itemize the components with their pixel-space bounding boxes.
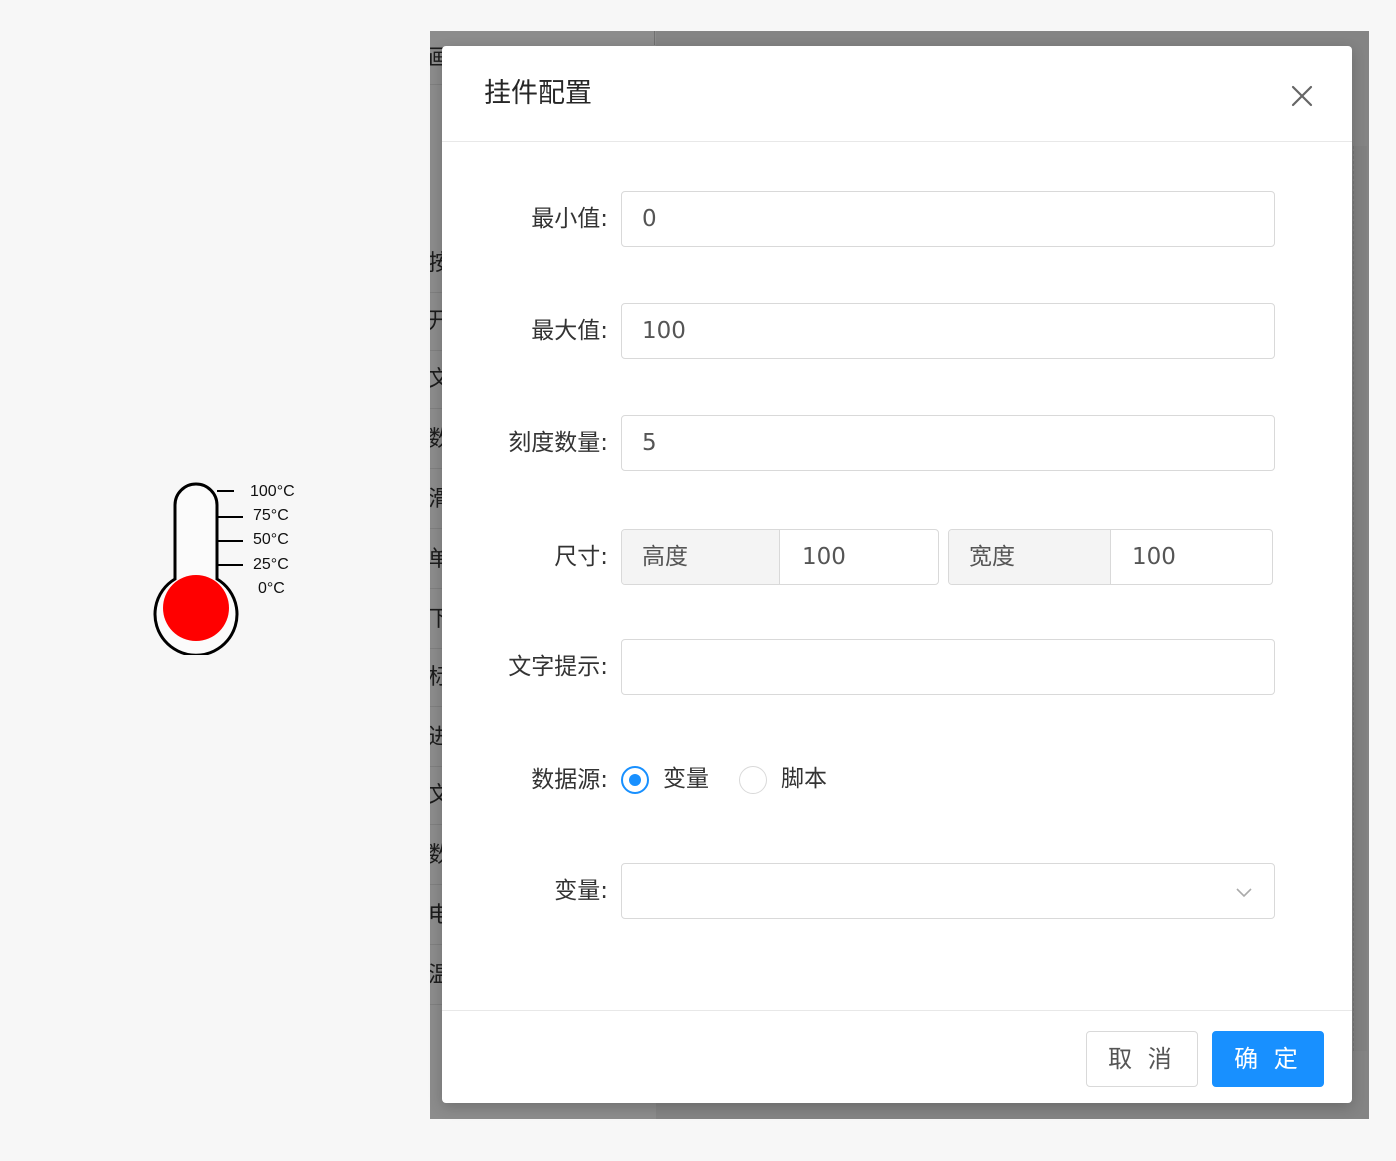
width-input-group[interactable]: 宽度 100 [948,529,1273,585]
radio-script-label: 脚本 [781,766,827,792]
form-row-max: 最大值: 100 [442,303,1352,359]
thermometer-graphic: 100°C 75°C 50°C 25°C 0°C [153,482,295,655]
chevron-down-icon[interactable] [1234,882,1254,902]
variable-label: 变量: [554,878,608,904]
tick-label-0: 0°C [258,580,285,597]
datasource-label: 数据源: [531,767,608,793]
tick-label-100: 100°C [250,483,295,500]
width-addon: 宽度 [949,530,1111,584]
tick-count-input[interactable]: 5 [621,415,1275,471]
chevron-down-icon [1236,888,1252,898]
tick-label-25: 25°C [253,556,289,573]
tick-label-50: 50°C [253,531,289,548]
radio-circle-checked[interactable] [621,766,649,794]
variable-select[interactable] [621,863,1275,919]
cancel-button[interactable]: 取 消 [1086,1031,1198,1087]
close-icon[interactable] [1284,78,1320,114]
max-value-input[interactable]: 100 [621,303,1275,359]
modal-footer: 取 消 确 定 [442,1010,1352,1103]
form-row-variable: 变量: [442,863,1352,919]
thermometer-widget: 100°C 75°C 50°C 25°C 0°C [150,480,310,655]
modal-title: 挂件配置 [484,78,592,109]
height-addon: 高度 [622,530,780,584]
ok-button[interactable]: 确 定 [1212,1031,1324,1087]
height-input-group[interactable]: 高度 100 [621,529,939,585]
close-icon[interactable] [1284,78,1320,114]
radio-script[interactable]: 脚本 [739,766,839,794]
min-value-label: 最小值: [531,206,608,232]
tooltip-label: 文字提示: [508,654,608,680]
tick-count-label: 刻度数量: [508,430,608,456]
form-row-min: 最小值: 0 [442,191,1352,247]
min-value-input[interactable]: 0 [621,191,1275,247]
form-row-ticks: 刻度数量: 5 [442,415,1352,471]
radio-variable-label: 变量 [663,766,709,792]
form-row-size: 尺寸: 高度 100 宽度 100 [442,529,1352,585]
modal-header: 挂件配置 [442,46,1352,142]
form-row-datasource: 数据源: 变量 脚本 [442,752,1352,808]
max-value-label: 最大值: [531,318,608,344]
radio-variable[interactable]: 变量 [621,766,721,794]
tick-label-75: 75°C [253,507,289,524]
height-input[interactable]: 100 [802,530,846,584]
widget-config-modal: 挂件配置 最小值: 0 最大值: 100 刻度数量: 5 尺寸: 高度 100 … [442,46,1352,1103]
size-label: 尺寸: [554,544,608,570]
thermometer-bulb [163,575,229,641]
radio-dot [629,774,641,786]
radio-circle[interactable] [739,766,767,794]
width-input[interactable]: 100 [1132,530,1176,584]
tooltip-input[interactable] [621,639,1275,695]
form-row-tooltip: 文字提示: [442,639,1352,695]
